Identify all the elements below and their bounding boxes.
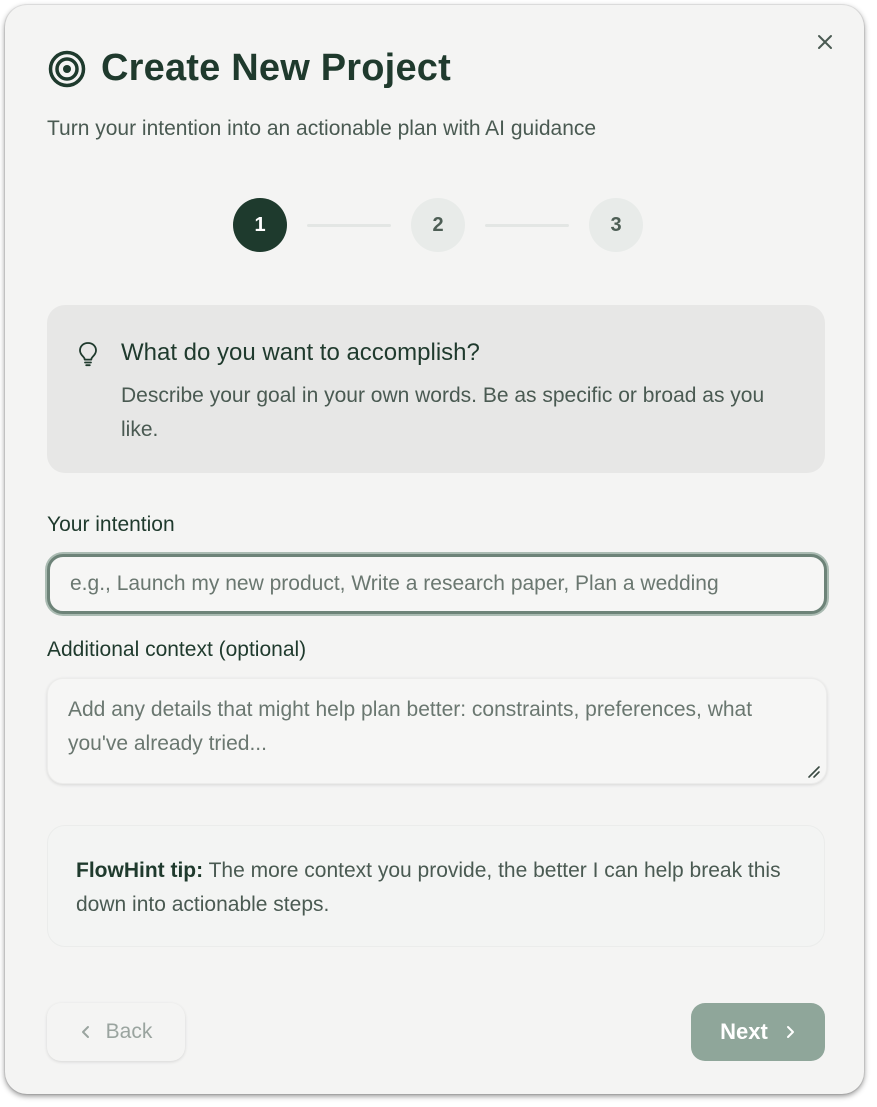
- flowhint-tip: FlowHint tip: The more context you provi…: [47, 825, 825, 947]
- step-3: 3: [589, 198, 643, 252]
- step-2: 2: [411, 198, 465, 252]
- context-textarea[interactable]: [47, 678, 827, 784]
- chevron-right-icon: [786, 1026, 794, 1038]
- step-connector: [307, 223, 391, 227]
- next-button[interactable]: Next: [691, 1003, 825, 1061]
- back-button[interactable]: Back: [47, 1003, 185, 1061]
- dialog-title: Create New Project: [101, 47, 451, 89]
- resize-handle-icon[interactable]: [805, 763, 821, 779]
- target-icon: [48, 50, 86, 87]
- lightbulb-icon: [79, 342, 97, 367]
- goal-description: Describe your goal in your own words. Be…: [121, 384, 765, 441]
- step-1: 1: [233, 198, 287, 252]
- step-connector: [485, 223, 569, 227]
- goal-heading: What do you want to accomplish?: [121, 339, 480, 366]
- back-label: Back: [105, 1020, 153, 1043]
- close-icon: [818, 35, 832, 49]
- close-button[interactable]: [814, 31, 836, 53]
- chevron-left-icon: [81, 1026, 89, 1038]
- tip-prefix: FlowHint tip:: [76, 859, 204, 882]
- step-indicator: 1 2 3: [233, 198, 643, 252]
- dialog-header: Create New Project: [47, 47, 451, 90]
- context-label: Additional context (optional): [47, 638, 307, 661]
- tip-text: FlowHint tip: The more context you provi…: [76, 854, 806, 922]
- dialog-subtitle: Turn your intention into an actionable p…: [47, 117, 597, 140]
- create-project-dialog: Create New Project Turn your intention i…: [5, 5, 864, 1094]
- next-label: Next: [720, 1019, 768, 1044]
- goal-info-card: What do you want to accomplish? Describe…: [47, 305, 825, 473]
- intention-input[interactable]: [47, 554, 827, 614]
- intention-label: Your intention: [47, 513, 175, 536]
